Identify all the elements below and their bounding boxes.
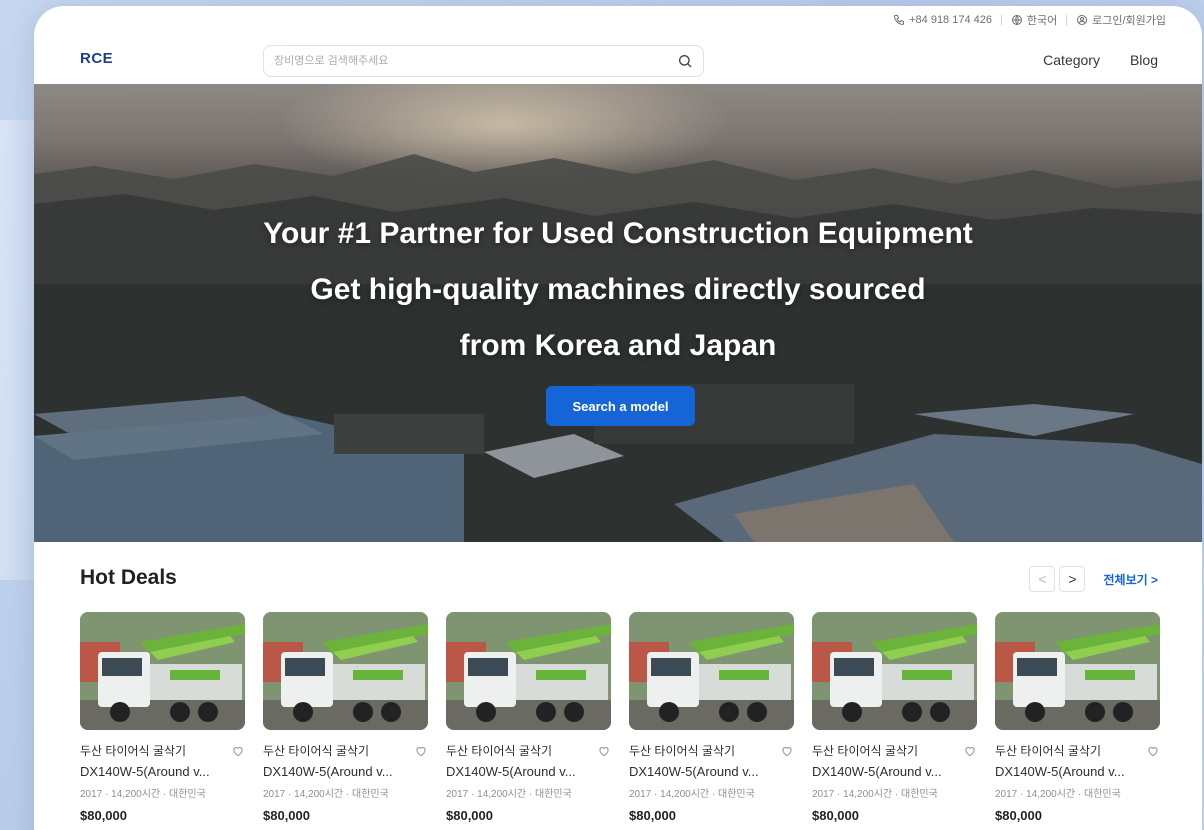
product-model: DX140W-5(Around v... [446,764,576,779]
phone-link[interactable]: +84 918 174 426 [893,14,992,26]
hero-line-1: Your #1 Partner for Used Construction Eq… [263,217,973,250]
product-model: DX140W-5(Around v... [629,764,759,779]
product-name[interactable]: 두산 타이어식 굴삭기 [995,742,1101,759]
language-label: 한국어 [1026,15,1058,27]
product-meta: 2017 · 14,200시간 · 대한민국 [263,789,389,800]
heart-icon[interactable] [1146,744,1160,758]
product-image[interactable] [80,612,245,730]
divider: | [1000,14,1003,26]
heart-icon[interactable] [231,744,245,758]
product-image[interactable] [629,612,794,730]
product-image[interactable] [263,612,428,730]
product-card[interactable]: 두산 타이어식 굴삭기 DX140W-5(Around v... 2017 · … [263,612,428,823]
phone-icon [894,15,905,26]
main-nav: Category Blog [1043,52,1158,68]
product-meta: 2017 · 14,200시간 · 대한민국 [80,789,206,800]
product-model: DX140W-5(Around v... [263,764,393,779]
product-model: DX140W-5(Around v... [80,764,210,779]
product-price: $80,000 [263,808,310,823]
product-price: $80,000 [995,808,1042,823]
card-name-row: 두산 타이어식 굴삭기 [629,742,794,759]
product-card[interactable]: 두산 타이어식 굴삭기 DX140W-5(Around v... 2017 · … [812,612,977,823]
hero-banner: Your #1 Partner for Used Construction Eq… [34,84,1202,542]
browser-window: +84 918 174 426 | 한국어 | 로그인/회원가입 RCE Cat… [34,6,1202,830]
product-image[interactable] [446,612,611,730]
card-name-row: 두산 타이어식 굴삭기 [80,742,245,759]
product-name[interactable]: 두산 타이어식 굴삭기 [80,742,186,759]
login-link[interactable]: 로그인/회원가입 [1076,12,1166,28]
hero-line-3: from Korea and Japan [459,329,777,362]
product-card[interactable]: 두산 타이어식 굴삭기 DX140W-5(Around v... 2017 · … [80,612,245,823]
nav-category[interactable]: Category [1043,52,1100,68]
product-meta: 2017 · 14,200시간 · 대한민국 [995,789,1121,800]
header: RCE Category Blog [34,34,1202,84]
product-price: $80,000 [812,808,859,823]
product-price: $80,000 [446,808,493,823]
product-name[interactable]: 두산 타이어식 굴삭기 [263,742,369,759]
logo[interactable]: RCE [80,50,113,67]
product-meta: 2017 · 14,200시간 · 대한민국 [446,789,572,800]
login-label: 로그인/회원가입 [1092,15,1166,27]
heart-icon[interactable] [597,744,611,758]
user-circle-icon [1077,15,1088,25]
product-price: $80,000 [80,808,127,823]
search-model-button[interactable]: Search a model [546,386,695,426]
hero-headline: Your #1 Partner for Used Construction Eq… [34,206,1202,374]
product-name[interactable]: 두산 타이어식 굴삭기 [446,742,552,759]
search-icon[interactable] [677,53,693,69]
view-all-link[interactable]: 전체보기 > [1103,571,1158,588]
product-card[interactable]: 두산 타이어식 굴삭기 DX140W-5(Around v... 2017 · … [629,612,794,823]
product-name[interactable]: 두산 타이어식 굴삭기 [629,742,735,759]
card-name-row: 두산 타이어식 굴삭기 [812,742,977,759]
divider: | [1065,14,1069,26]
card-name-row: 두산 타이어식 굴삭기 [995,742,1160,759]
card-name-row: 두산 타이어식 굴삭기 [263,742,428,759]
utility-bar: +84 918 174 426 | 한국어 | 로그인/회원가입 [34,6,1202,34]
phone-number: +84 918 174 426 [909,14,992,26]
hot-deals-list: 두산 타이어식 굴삭기 DX140W-5(Around v... 2017 · … [80,612,1160,823]
heart-icon[interactable] [780,744,794,758]
search-bar [263,45,704,77]
carousel-prev-button[interactable]: < [1029,566,1056,592]
hot-deals-title: Hot Deals [80,566,177,589]
card-name-row: 두산 타이어식 굴삭기 [446,742,611,759]
product-model: DX140W-5(Around v... [812,764,942,779]
heart-icon[interactable] [414,744,428,758]
nav-blog[interactable]: Blog [1130,52,1158,68]
product-model: DX140W-5(Around v... [995,764,1125,779]
heart-icon[interactable] [963,744,977,758]
product-card[interactable]: 두산 타이어식 굴삭기 DX140W-5(Around v... 2017 · … [995,612,1160,823]
product-image[interactable] [812,612,977,730]
product-name[interactable]: 두산 타이어식 굴삭기 [812,742,918,759]
carousel-controls: < > 전체보기 > [1029,566,1158,592]
search-input[interactable] [274,55,677,67]
globe-icon [1011,15,1022,25]
product-card[interactable]: 두산 타이어식 굴삭기 DX140W-5(Around v... 2017 · … [446,612,611,823]
product-image[interactable] [995,612,1160,730]
product-meta: 2017 · 14,200시간 · 대한민국 [629,789,755,800]
product-meta: 2017 · 14,200시간 · 대한민국 [812,789,938,800]
product-price: $80,000 [629,808,676,823]
language-selector[interactable]: 한국어 [1011,12,1057,28]
hero-line-2: Get high-quality machines directly sourc… [310,273,926,306]
carousel-next-button[interactable]: > [1059,566,1086,592]
